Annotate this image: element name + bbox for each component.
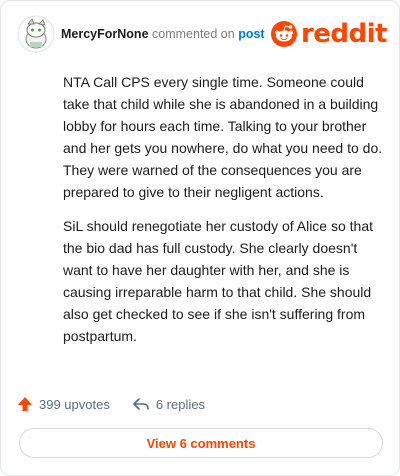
avatar[interactable]	[17, 15, 55, 53]
comment-body: NTA Call CPS every single time. Someone …	[63, 71, 385, 359]
snoo-avatar-icon	[17, 15, 55, 53]
post-link[interactable]: post	[238, 27, 264, 41]
comment-actions: 399 upvotes 6 replies	[17, 393, 227, 415]
reddit-logo[interactable]: reddit	[270, 19, 388, 49]
comment-paragraph: NTA Call CPS every single time. Someone …	[63, 74, 383, 200]
upvote-arrow-icon	[18, 397, 32, 411]
comment-paragraph: SiL should renegotiate her custody of Al…	[63, 218, 374, 344]
reply-count: 6 replies	[155, 396, 205, 412]
username-link[interactable]: MercyForNone	[61, 27, 149, 41]
comment-header: MercyForNone commented on post reddit	[17, 15, 388, 55]
comment-card: MercyForNone commented on post reddit NT…	[0, 0, 400, 476]
reddit-wordmark: reddit	[300, 19, 388, 49]
comment-meta: MercyForNone commented on post	[61, 27, 265, 41]
reply-button[interactable]: 6 replies	[132, 397, 205, 412]
commented-label: commented on	[152, 27, 235, 41]
upvote-button[interactable]: 399 upvotes	[17, 396, 110, 412]
upvote-count: 399 upvotes	[39, 396, 110, 412]
view-comments-button[interactable]: View 6 comments	[19, 428, 383, 458]
reply-arrow-icon	[133, 398, 149, 410]
reddit-snoo-icon	[270, 21, 297, 47]
